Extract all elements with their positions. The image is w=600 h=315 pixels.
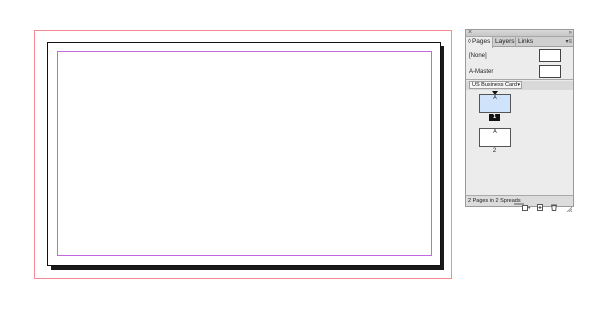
page-number-1: 1	[489, 114, 500, 121]
scroll-grip-icon[interactable]	[514, 203, 524, 205]
tab-links[interactable]: Links	[516, 37, 536, 47]
panel-titlebar[interactable]: × »	[466, 29, 573, 37]
document-pasteboard[interactable]	[0, 0, 460, 315]
resize-grip-icon[interactable]	[566, 199, 573, 213]
panel-tabs: ◊Pages Layers Links ▾≡	[466, 37, 573, 48]
spread-1[interactable]: A 1	[466, 90, 573, 121]
new-page-icon[interactable]	[536, 198, 544, 211]
page-master-prefix: A	[493, 129, 497, 135]
page-size-dropdown[interactable]: US Business Card ▾	[469, 81, 522, 89]
spread-2[interactable]: A 2	[466, 126, 573, 154]
tab-layers-label: Layers	[495, 38, 515, 45]
margin-guide	[57, 51, 432, 256]
page-size-value: US Business Card	[472, 82, 517, 88]
chevron-down-icon: ▾	[517, 82, 520, 88]
panel-menu-icon[interactable]: ▾≡	[565, 37, 572, 47]
document-page[interactable]	[47, 42, 441, 266]
trash-icon[interactable]	[550, 198, 558, 211]
master-row-a-master[interactable]: A-Master	[469, 65, 570, 79]
tab-links-label: Links	[518, 38, 534, 45]
master-row-none[interactable]: [None]	[469, 49, 570, 63]
tab-pages[interactable]: ◊Pages	[466, 37, 493, 48]
page-master-prefix: A	[493, 95, 497, 101]
collapse-icon[interactable]: »	[569, 29, 573, 37]
close-icon[interactable]: ×	[468, 29, 472, 37]
tab-layers[interactable]: Layers	[493, 37, 516, 47]
tab-sort-icon: ◊	[468, 39, 471, 45]
master-label-a-master: A-Master	[469, 69, 494, 75]
page-thumbnail-1[interactable]: A	[479, 94, 511, 113]
master-thumbnail-a-master[interactable]	[539, 65, 561, 78]
page-size-bar: US Business Card ▾	[466, 81, 573, 90]
master-thumbnail-none[interactable]	[539, 49, 561, 62]
master-label-none: [None]	[469, 53, 487, 59]
page-thumbnail-2[interactable]: A	[479, 128, 511, 147]
pages-status-text: 2 Pages in 2 Spreads	[468, 198, 521, 204]
masters-pages-divider[interactable]	[466, 79, 573, 80]
pages-panel: × » ◊Pages Layers Links ▾≡ [None] A-Mast…	[465, 29, 574, 213]
page-number-2: 2	[492, 148, 497, 154]
tab-pages-label: Pages	[471, 38, 491, 45]
